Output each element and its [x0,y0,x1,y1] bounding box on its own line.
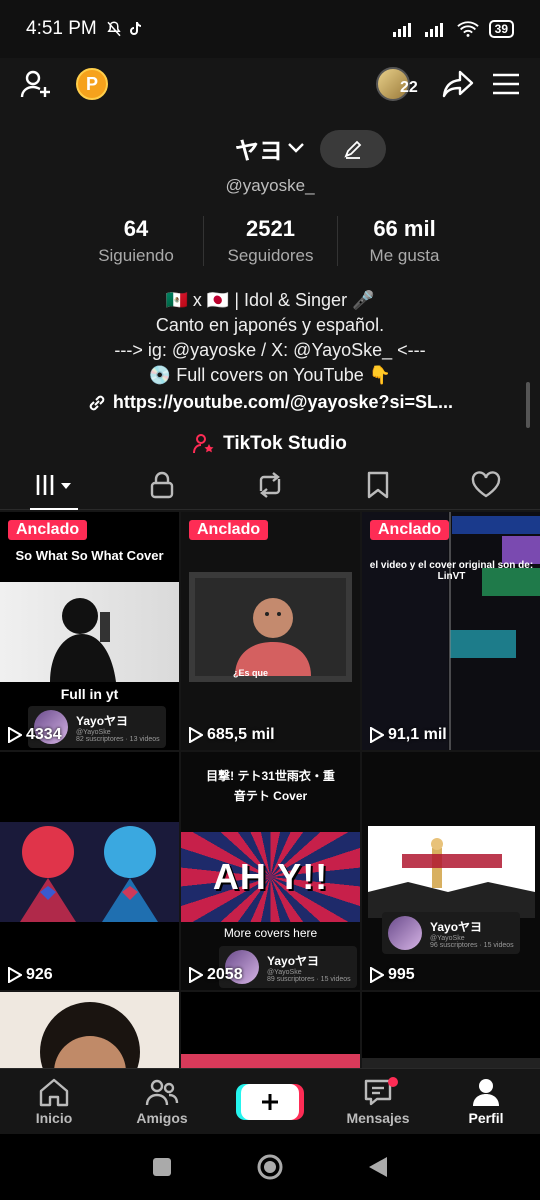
nav-create[interactable] [216,1069,324,1134]
tiktok-studio-link[interactable]: TikTok Studio [0,433,540,455]
profile-header: ヤヨ @yayoske_ 64 Siguiendo 2521 Seguidore… [0,118,540,455]
stat-followers[interactable]: 2521 Seguidores [203,216,337,266]
repost-icon [259,471,281,498]
pencil-icon [344,140,362,159]
plus-icon [262,1093,278,1110]
video-thumbnail[interactable]: 926 [0,752,179,990]
video-thumbnail[interactable]: 目撃! テト31世雨衣・重音テト Cover AH Y!! More cover… [181,752,360,990]
audio-editor-preview [362,512,540,750]
video-overlay-text: AH Y!! [212,856,329,897]
system-nav-bar [0,1134,540,1200]
tab-videos[interactable] [0,460,108,510]
stat-following[interactable]: 64 Siguiendo [69,216,203,266]
link-icon [89,395,105,410]
video-bottom-text: More covers here [223,926,318,940]
menu-icon[interactable] [492,72,520,96]
tab-reposts[interactable] [216,460,324,509]
play-icon [189,967,203,983]
play-icon [370,727,384,743]
video-bottom-text: Full in yt [60,686,119,702]
video-title: 目撃! テト31世雨衣・重音テト Cover [206,769,335,803]
home-icon [39,1078,69,1107]
bottom-nav: Inicio Amigos Mensajes Perfil [0,1068,540,1134]
heart-icon [471,470,501,497]
mute-icon [107,21,121,37]
profile-bio: 🇲🇽 x 🇯🇵 | Idol & Singer 🎤 Canto en japon… [0,288,540,388]
nav-profile[interactable]: Perfil [432,1069,540,1134]
video-preview [189,572,352,682]
bio-line: 💿 Full covers on YouTube 👇 [148,365,392,385]
top-nav: P 22 [0,58,540,110]
video-thumbnail[interactable]: Anclado So What So What Cover Full in yt… [0,512,179,750]
view-count: 685,5 mil [189,726,275,744]
studio-icon [193,434,214,454]
bookmark-icon [367,471,389,498]
video-thumbnail[interactable]: Yayoヤヨ @YayoSke 96 suscriptores · 15 vid… [362,752,540,990]
share-icon[interactable] [442,70,474,98]
tab-liked[interactable] [432,460,540,509]
view-count: 995 [370,966,415,984]
play-icon [8,967,22,983]
video-preview [0,822,179,922]
nav-inbox[interactable]: Mensajes [324,1069,432,1134]
home-button-icon[interactable] [256,1153,284,1181]
bio-link[interactable]: https://youtube.com/@yayoske?si=SL... [0,392,540,413]
coins-icon[interactable]: P [76,68,108,100]
profile-handle: @yayoske_ [225,176,315,195]
chevron-down-icon[interactable] [287,142,305,154]
view-count: 2058 [189,966,243,984]
play-icon [370,967,384,983]
view-count: 926 [8,966,53,984]
status-bar: 4:51 PM 39 [0,0,540,58]
profile-stats: 64 Siguiendo 2521 Seguidores 66 mil Me g… [0,216,540,266]
add-friend-icon[interactable] [20,68,52,100]
battery-indicator: 39 [488,20,514,38]
pinned-badge: Anclado [8,520,88,540]
youtube-card: Yayoヤヨ @YayoSke 96 suscriptores · 15 vid… [382,912,520,954]
tiktok-notif-icon [129,21,141,35]
recents-icon[interactable] [151,1156,173,1178]
view-count: 4334 [8,726,62,744]
scrollbar[interactable] [526,382,530,428]
back-icon[interactable] [367,1155,389,1179]
video-thumbnail[interactable]: Anclado el video y el cover original son… [362,512,540,750]
unread-dot [388,1077,398,1087]
play-icon [8,727,22,743]
status-time: 4:51 PM [26,18,97,39]
video-caption: ¿Es que [233,668,269,678]
wifi-icon [456,21,479,37]
friends-icon [145,1079,179,1106]
tab-private[interactable] [108,460,216,509]
signal-icon [392,23,411,37]
video-preview [368,826,535,918]
avatar [388,916,422,950]
pinned-badge: Anclado [189,520,269,540]
bio-line: Canto en japonés y español. [155,315,385,335]
profile-tabs [0,460,540,510]
video-thumbnail[interactable]: Anclado ¿Es que 685,5 mil [181,512,360,750]
bio-line: 🇲🇽 x 🇯🇵 | Idol & Singer 🎤 [165,290,375,310]
nav-friends[interactable]: Amigos [108,1069,216,1134]
video-title: el video y el cover original son de: Lin… [369,560,534,582]
play-icon [189,727,203,743]
notification-count: 22 [400,79,418,96]
lock-icon [150,471,174,498]
profile-name[interactable]: ヤヨ [235,131,283,166]
pinned-badge: Anclado [370,520,450,540]
signal-icon-2 [424,23,443,37]
story-avatar[interactable]: 22 [376,67,418,101]
view-count: 91,1 mil [370,726,447,744]
video-preview [0,582,179,682]
profile-icon [473,1079,499,1106]
nav-home[interactable]: Inicio [0,1069,108,1134]
stat-likes[interactable]: 66 mil Me gusta [337,216,471,266]
video-title: So What So What Cover [15,548,164,563]
create-button[interactable] [241,1083,299,1120]
edit-profile-button[interactable] [320,130,386,168]
bio-line: ---> ig: @yayoske / X: @YayoSke_ <--- [114,340,426,360]
grid-icon [36,474,71,495]
tab-favorites[interactable] [324,460,432,509]
